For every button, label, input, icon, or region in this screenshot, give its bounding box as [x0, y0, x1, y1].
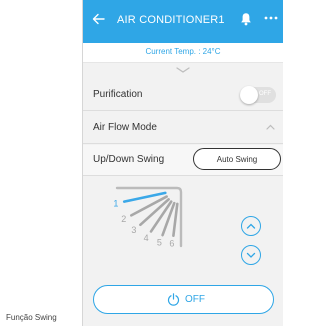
- purification-label: Purification: [93, 89, 143, 100]
- swing-up-button[interactable]: [241, 216, 261, 236]
- phone-screen: AIR CONDITIONER1 Current Temp. : 24°C Pu…: [82, 0, 283, 326]
- current-temp: Current Temp. : 24°C: [145, 47, 221, 56]
- power-label: OFF: [185, 294, 205, 305]
- toggle-knob: [240, 86, 258, 104]
- auto-swing-button[interactable]: Auto Swing: [193, 148, 281, 170]
- temperature-strip: Current Temp. : 24°C: [83, 43, 283, 63]
- power-off-button[interactable]: OFF: [93, 285, 274, 314]
- device-title: AIR CONDITIONER1: [117, 14, 225, 26]
- swing-position-label-1: 1: [113, 198, 118, 208]
- purification-toggle[interactable]: OFF: [240, 86, 276, 104]
- swing-position-label-5: 5: [157, 238, 162, 248]
- figure-caption: Função Swing: [6, 313, 57, 322]
- swing-vane-6[interactable]: [172, 202, 179, 237]
- swing-position-label-3: 3: [131, 225, 136, 235]
- chevron-up-icon[interactable]: [266, 124, 275, 130]
- purification-row: Purification OFF: [83, 80, 283, 111]
- chevron-up-icon: [246, 223, 256, 229]
- app-header: AIR CONDITIONER1: [83, 0, 283, 43]
- swing-position-label-2: 2: [121, 214, 126, 224]
- power-icon: [167, 293, 180, 306]
- back-arrow-icon[interactable]: [92, 12, 106, 26]
- bell-icon[interactable]: [240, 12, 252, 26]
- up-down-swing-row: Up/Down Swing Auto Swing: [83, 145, 283, 176]
- chevron-down-icon: [246, 252, 256, 258]
- swing-position-label-6: 6: [169, 239, 174, 249]
- air-flow-mode-row[interactable]: Air Flow Mode: [83, 113, 283, 144]
- more-dots-icon[interactable]: [263, 13, 279, 23]
- swing-position-label-4: 4: [144, 233, 149, 243]
- chevron-down-icon[interactable]: [176, 66, 190, 74]
- swing-down-button[interactable]: [241, 245, 261, 265]
- toggle-state-text: OFF: [259, 91, 271, 97]
- swing-position-panel: 123456: [83, 176, 283, 274]
- up-down-swing-label: Up/Down Swing: [93, 154, 165, 165]
- air-flow-mode-label: Air Flow Mode: [93, 122, 157, 133]
